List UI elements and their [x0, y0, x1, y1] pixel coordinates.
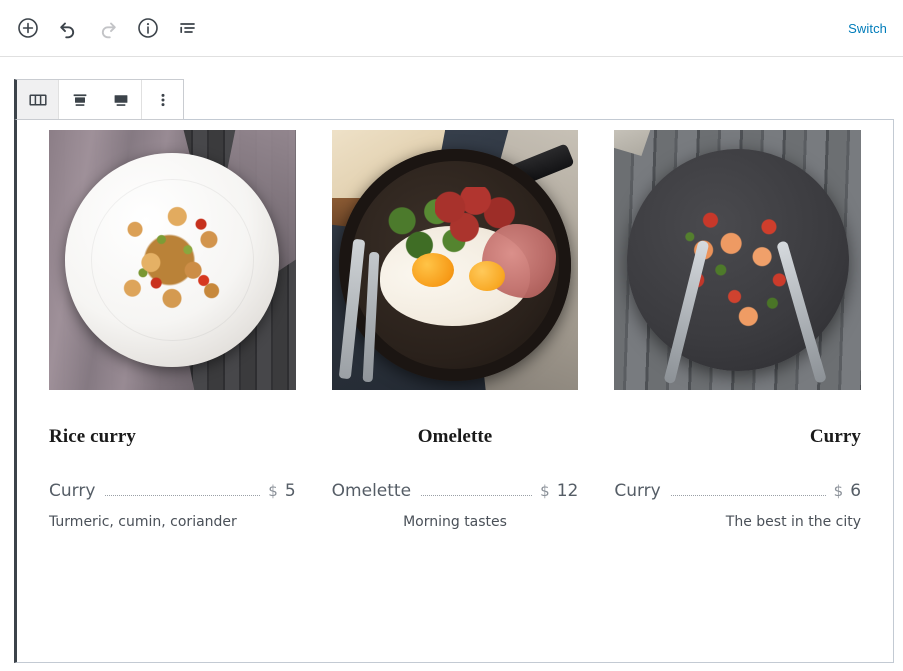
menu-item-row-3: Curry $ 6	[614, 481, 861, 501]
align-wide-icon	[109, 88, 133, 112]
alignment-group	[59, 80, 142, 119]
menu-item-row-1: Curry $ 5	[49, 481, 296, 501]
menu-item-name-1[interactable]: Curry	[49, 481, 95, 501]
dotted-leader-3	[670, 494, 826, 496]
currency-symbol-2: $	[540, 481, 550, 500]
menu-item-price-1[interactable]: 5	[285, 481, 296, 501]
undo-button[interactable]	[50, 10, 86, 46]
switch-link[interactable]: Switch	[848, 21, 887, 36]
more-options-button[interactable]	[142, 80, 183, 119]
header-right-group: Switch	[848, 21, 887, 36]
columns-row: Rice curry Curry $ 5 Turmeric, cumin, co…	[17, 120, 893, 532]
align-center-icon	[68, 88, 92, 112]
menu-heading-1[interactable]: Rice curry	[49, 426, 296, 449]
block-type-group	[17, 80, 59, 119]
menu-item-3[interactable]: Curry $ 6 The best in the city	[614, 481, 861, 533]
columns-icon	[26, 88, 50, 112]
column-block-1[interactable]: Rice curry Curry $ 5 Turmeric, cumin, co…	[17, 120, 314, 532]
columns-block[interactable]: Rice curry Curry $ 5 Turmeric, cumin, co…	[14, 119, 894, 663]
currency-symbol-1: $	[268, 481, 278, 500]
menu-item-name-2[interactable]: Omelette	[332, 481, 411, 501]
add-block-button[interactable]	[10, 10, 46, 46]
details-button[interactable]	[130, 10, 166, 46]
dish-photo-skillet	[331, 130, 579, 390]
menu-item-description-1[interactable]: Turmeric, cumin, coriander	[49, 513, 296, 533]
info-circle-icon	[136, 16, 160, 40]
currency-symbol-3: $	[833, 481, 844, 500]
menu-heading-2[interactable]: Omelette	[332, 426, 579, 449]
column-block-3[interactable]: Curry Curry $ 6 The best in the city	[596, 120, 893, 532]
redo-button[interactable]	[90, 10, 126, 46]
list-view-icon	[176, 16, 200, 40]
menu-item-description-3[interactable]: The best in the city	[614, 513, 861, 533]
menu-image-1[interactable]	[49, 130, 296, 390]
menu-item-price-3[interactable]: 6	[850, 481, 861, 501]
dish-photo-couscous	[614, 130, 862, 390]
menu-item-2[interactable]: Omelette $ 12 Morning tastes	[332, 481, 579, 533]
menu-heading-3[interactable]: Curry	[614, 426, 861, 449]
dotted-leader-1	[105, 494, 261, 496]
vertical-dots-icon	[151, 88, 175, 112]
align-wide-button[interactable]	[100, 80, 141, 119]
menu-image-2[interactable]	[331, 130, 579, 390]
editor-header: Switch	[0, 0, 903, 57]
list-view-button[interactable]	[170, 10, 206, 46]
redo-icon	[96, 16, 120, 40]
undo-icon	[56, 16, 80, 40]
menu-item-price-2[interactable]: 12	[557, 481, 579, 501]
plus-circle-icon	[16, 16, 40, 40]
dotted-leader-2	[421, 494, 533, 496]
block-toolbar	[14, 79, 184, 120]
menu-item-description-2[interactable]: Morning tastes	[332, 513, 579, 533]
menu-item-row-2: Omelette $ 12	[332, 481, 579, 501]
options-group	[142, 80, 183, 119]
menu-item-1[interactable]: Curry $ 5 Turmeric, cumin, coriander	[49, 481, 296, 533]
menu-image-3[interactable]	[614, 130, 862, 390]
dish-photo-stirfry	[49, 130, 296, 390]
block-type-columns-button[interactable]	[17, 80, 58, 119]
menu-item-name-3[interactable]: Curry	[614, 481, 660, 501]
column-block-2[interactable]: Omelette Omelette $ 12 Morning tastes	[314, 120, 597, 532]
align-center-button[interactable]	[59, 80, 100, 119]
header-tool-group	[10, 10, 206, 46]
